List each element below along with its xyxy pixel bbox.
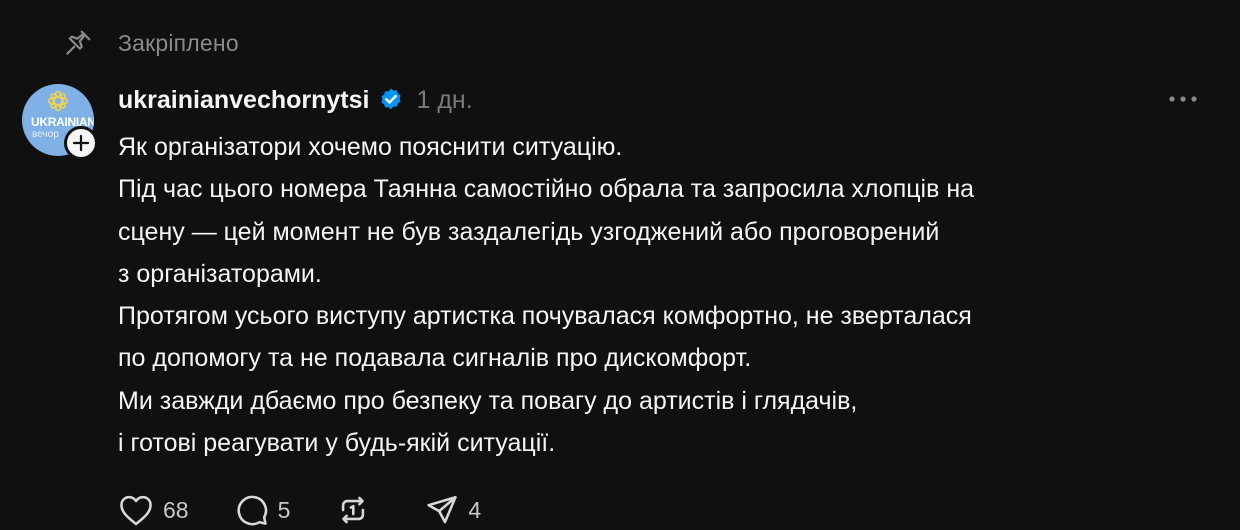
pin-icon [62,27,94,59]
heart-icon [120,495,152,526]
comment-icon [237,495,267,526]
post-header: ukrainianvechornytsi 1 дн. [118,80,473,120]
avatar-logo-icon [47,90,69,112]
verified-badge-icon [378,87,404,113]
plus-icon [72,134,90,152]
like-button[interactable]: 68 [118,493,189,527]
reply-count: 5 [277,496,291,523]
share-button[interactable]: 4 [425,493,481,527]
post-timestamp: 1 дн. [416,85,473,114]
more-options-button[interactable] [1164,86,1202,112]
avatar-container: UKRAINIAN вечор [22,84,98,160]
share-count: 4 [468,496,482,523]
username-link[interactable]: ukrainianvechornytsi [118,86,369,115]
post-text-line: Як організатори хочемо пояснити ситуацію… [118,133,623,161]
post-body: Як організатори хочемо пояснити ситуацію… [118,126,1218,464]
post-text-line: і готові реагувати у будь-якій ситуації. [118,429,556,458]
post-text-line: з організаторами. [118,259,322,288]
post-text-line: Під час цього номера Таянна самостійно о… [118,175,975,204]
post-text-line: Ми завжди дбаємо про безпеку та повагу д… [118,386,858,415]
post-text-line: по допомогу та не подавала сигналів про … [118,344,752,373]
more-icon [1169,96,1197,102]
like-count: 68 [163,496,189,523]
pinned-label: Закріплено [118,29,239,56]
post-text-line: сцену — цей момент не був заздалегідь уз… [118,217,940,246]
repost-button[interactable] [336,493,379,527]
reply-button[interactable]: 5 [235,493,291,527]
follow-button[interactable] [64,126,98,160]
repost-icon [342,496,365,524]
pinned-indicator: Закріплено [62,26,239,60]
post-text-line: Протягом усього виступу артистка почувал… [118,302,972,331]
post-actions: 68 5 4 [118,490,527,530]
avatar-sub-text: вечор [32,129,59,140]
send-icon [427,495,458,524]
